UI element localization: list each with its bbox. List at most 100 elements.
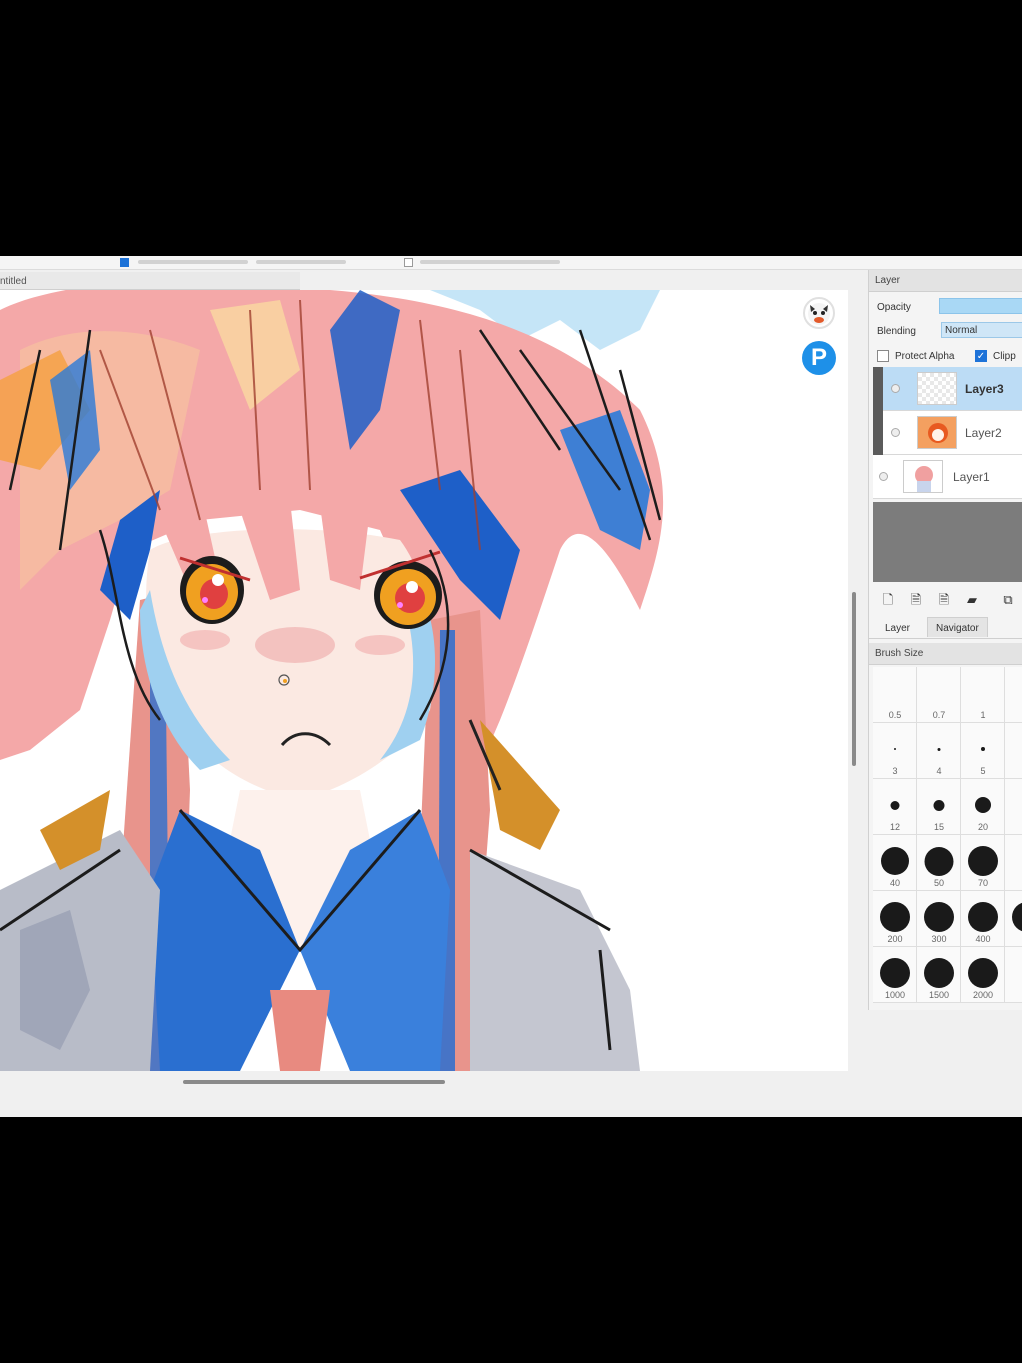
brush-size-label: 300 (931, 934, 947, 944)
visibility-icon[interactable] (879, 472, 888, 481)
brush-size-option[interactable] (1005, 835, 1022, 891)
toolbar-option (138, 260, 248, 264)
layer-panel: Layer Opacity Blending Normal Protect Al… (868, 270, 1022, 1010)
brush-dot-icon (879, 902, 910, 932)
cat-avatar-icon[interactable] (803, 297, 835, 329)
layer-tools-bar: 🗋 🗎 🗎 ▰ ⧉ (869, 588, 1022, 612)
video-letterbox-top (0, 0, 1022, 256)
brush-size-option[interactable]: 0.5 (873, 667, 917, 723)
brush-size-option[interactable] (1005, 779, 1022, 835)
clipping-label: Clipp (993, 351, 1016, 362)
layer-thumbnail (917, 416, 957, 449)
clipping-indicator (873, 367, 883, 411)
brush-size-label: 40 (889, 878, 900, 888)
layer-panel-header: Layer (869, 270, 1022, 292)
brush-size-option[interactable]: 400 (961, 891, 1005, 947)
new-layer-icon[interactable]: 🗋 (881, 592, 895, 607)
anime-girl-sketch (0, 290, 664, 1071)
layer-list: Layer3 Layer2 Layer1 (873, 367, 1022, 499)
brush-size-title: Brush Size (875, 648, 924, 659)
toolbar-option (256, 260, 346, 264)
new-layer-icon[interactable]: 🗎 (937, 592, 951, 607)
brush-size-label: 1 (1005, 710, 1022, 720)
brush-size-option[interactable]: 0.7 (917, 667, 961, 723)
document-tab[interactable]: ntitled (0, 272, 300, 290)
brush-size-option[interactable]: 5 (961, 723, 1005, 779)
drawing-canvas[interactable] (0, 290, 848, 1071)
copy-icon[interactable]: ⧉ (1001, 592, 1015, 607)
brush-size-option[interactable]: 15 (917, 779, 961, 835)
clipping-indicator (873, 411, 883, 455)
brush-size-label: 0.5 (888, 710, 902, 720)
brush-size-option[interactable]: 1 (1005, 667, 1022, 723)
opacity-label: Opacity (877, 302, 911, 313)
brush-dot-icon (967, 846, 998, 876)
p-app-icon[interactable]: P (802, 341, 836, 375)
brush-size-option[interactable]: 2000 (961, 947, 1005, 1003)
brush-size-label: 50 (933, 878, 944, 888)
toolbar-checkbox-icon[interactable] (120, 258, 129, 267)
brush-size-label: 5 (1005, 934, 1022, 944)
layer-row-layer1[interactable]: Layer1 (873, 455, 1022, 499)
brush-size-label: 4 (936, 766, 942, 776)
brush-dot-icon (893, 748, 896, 750)
blending-label: Blending (877, 326, 916, 337)
canvas-horizontal-scrollbar[interactable] (183, 1080, 445, 1084)
brush-size-option[interactable]: 5 (1005, 891, 1022, 947)
brush-dot-icon (924, 846, 953, 876)
brush-size-header: Brush Size (869, 643, 1022, 665)
brush-size-label: 70 (977, 878, 988, 888)
brush-size-label: 200 (887, 934, 903, 944)
brush-size-label: 15 (933, 822, 944, 832)
opacity-slider[interactable] (939, 298, 1022, 314)
new-layer-icon[interactable]: 🗎 (909, 592, 923, 607)
blending-select[interactable]: Normal (941, 322, 1022, 338)
blending-value: Normal (945, 325, 978, 336)
brush-size-option[interactable]: 40 (873, 835, 917, 891)
tab-layer[interactable]: Layer (877, 621, 918, 637)
visibility-icon[interactable] (891, 384, 900, 393)
brush-dot-icon (923, 902, 954, 932)
brush-size-option[interactable]: 1500 (917, 947, 961, 1003)
brush-size-option[interactable]: 300 (917, 891, 961, 947)
brush-size-label: 12 (889, 822, 900, 832)
layer-thumbnail (903, 460, 943, 493)
brush-cursor-icon (278, 674, 290, 686)
canvas-vertical-scrollbar[interactable] (852, 592, 856, 766)
brush-size-label: 1000 (884, 990, 906, 1000)
layer-name: Layer1 (953, 470, 990, 484)
brush-dot-icon (923, 958, 954, 988)
brush-size-option[interactable] (1005, 723, 1022, 779)
protect-alpha-checkbox[interactable] (877, 350, 889, 362)
layer-row-layer3[interactable]: Layer3 (873, 367, 1022, 411)
brush-size-option[interactable]: 200 (873, 891, 917, 947)
clipping-checkbox[interactable]: ✓ (975, 350, 987, 362)
brush-size-option[interactable]: 4 (917, 723, 961, 779)
layer-thumbnail (917, 372, 957, 405)
panel-tabs: Layer Navigator (869, 617, 1022, 639)
brush-size-option[interactable]: 1 (961, 667, 1005, 723)
brush-dot-icon (879, 958, 910, 988)
brush-dot-icon (880, 847, 909, 875)
brush-size-option[interactable]: 20 (961, 779, 1005, 835)
tab-navigator[interactable]: Navigator (927, 617, 988, 637)
brush-size-label: 1 (980, 710, 986, 720)
brush-dot-icon (974, 797, 991, 813)
brush-size-option[interactable] (1005, 947, 1022, 1003)
toolbar-checkbox-icon[interactable] (404, 258, 413, 267)
visibility-icon[interactable] (891, 428, 900, 437)
brush-dot-icon (967, 958, 998, 988)
brush-size-label: 3 (892, 766, 898, 776)
layer-row-layer2[interactable]: Layer2 (873, 411, 1022, 455)
brush-size-label: 2000 (972, 990, 994, 1000)
brush-size-option[interactable]: 3 (873, 723, 917, 779)
brush-size-option[interactable]: 12 (873, 779, 917, 835)
brush-size-option[interactable]: 70 (961, 835, 1005, 891)
brush-size-option[interactable]: 50 (917, 835, 961, 891)
brush-size-option[interactable]: 1000 (873, 947, 917, 1003)
toolbar-option (420, 260, 560, 264)
layer-list-empty-area (873, 502, 1022, 582)
folder-icon[interactable]: ▰ (965, 592, 979, 607)
top-toolbar (0, 256, 1022, 270)
brush-dot-icon (967, 902, 998, 932)
